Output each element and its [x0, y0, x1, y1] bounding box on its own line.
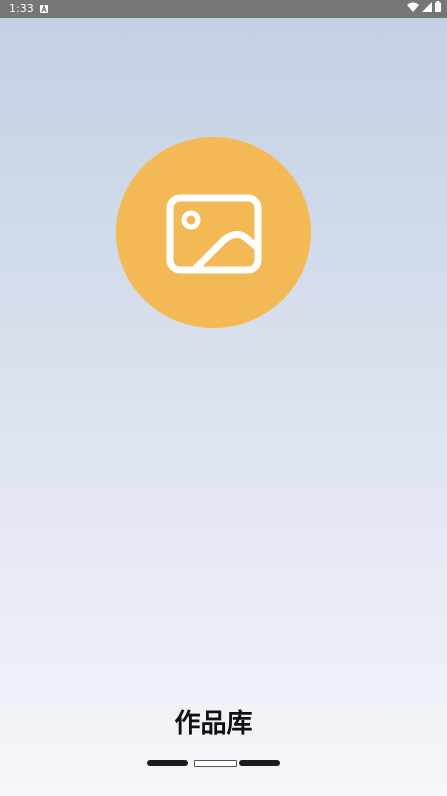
- image-icon: [166, 194, 262, 274]
- a-icon: [40, 5, 48, 13]
- page-dot-3[interactable]: [239, 760, 280, 766]
- page-dot-2-active[interactable]: [194, 760, 237, 767]
- page-dot-1[interactable]: [147, 760, 188, 766]
- battery-icon: [435, 0, 441, 18]
- page-title: 作品库: [174, 709, 253, 739]
- status-icons: [407, 0, 441, 18]
- wifi-icon: [407, 0, 419, 18]
- status-time: 1:33: [9, 2, 34, 15]
- onboarding-screen: 1:33 作品库: [0, 0, 447, 796]
- hero-illustration: [116, 137, 311, 328]
- signal-icon: [422, 0, 432, 18]
- status-bar: 1:33: [0, 0, 447, 18]
